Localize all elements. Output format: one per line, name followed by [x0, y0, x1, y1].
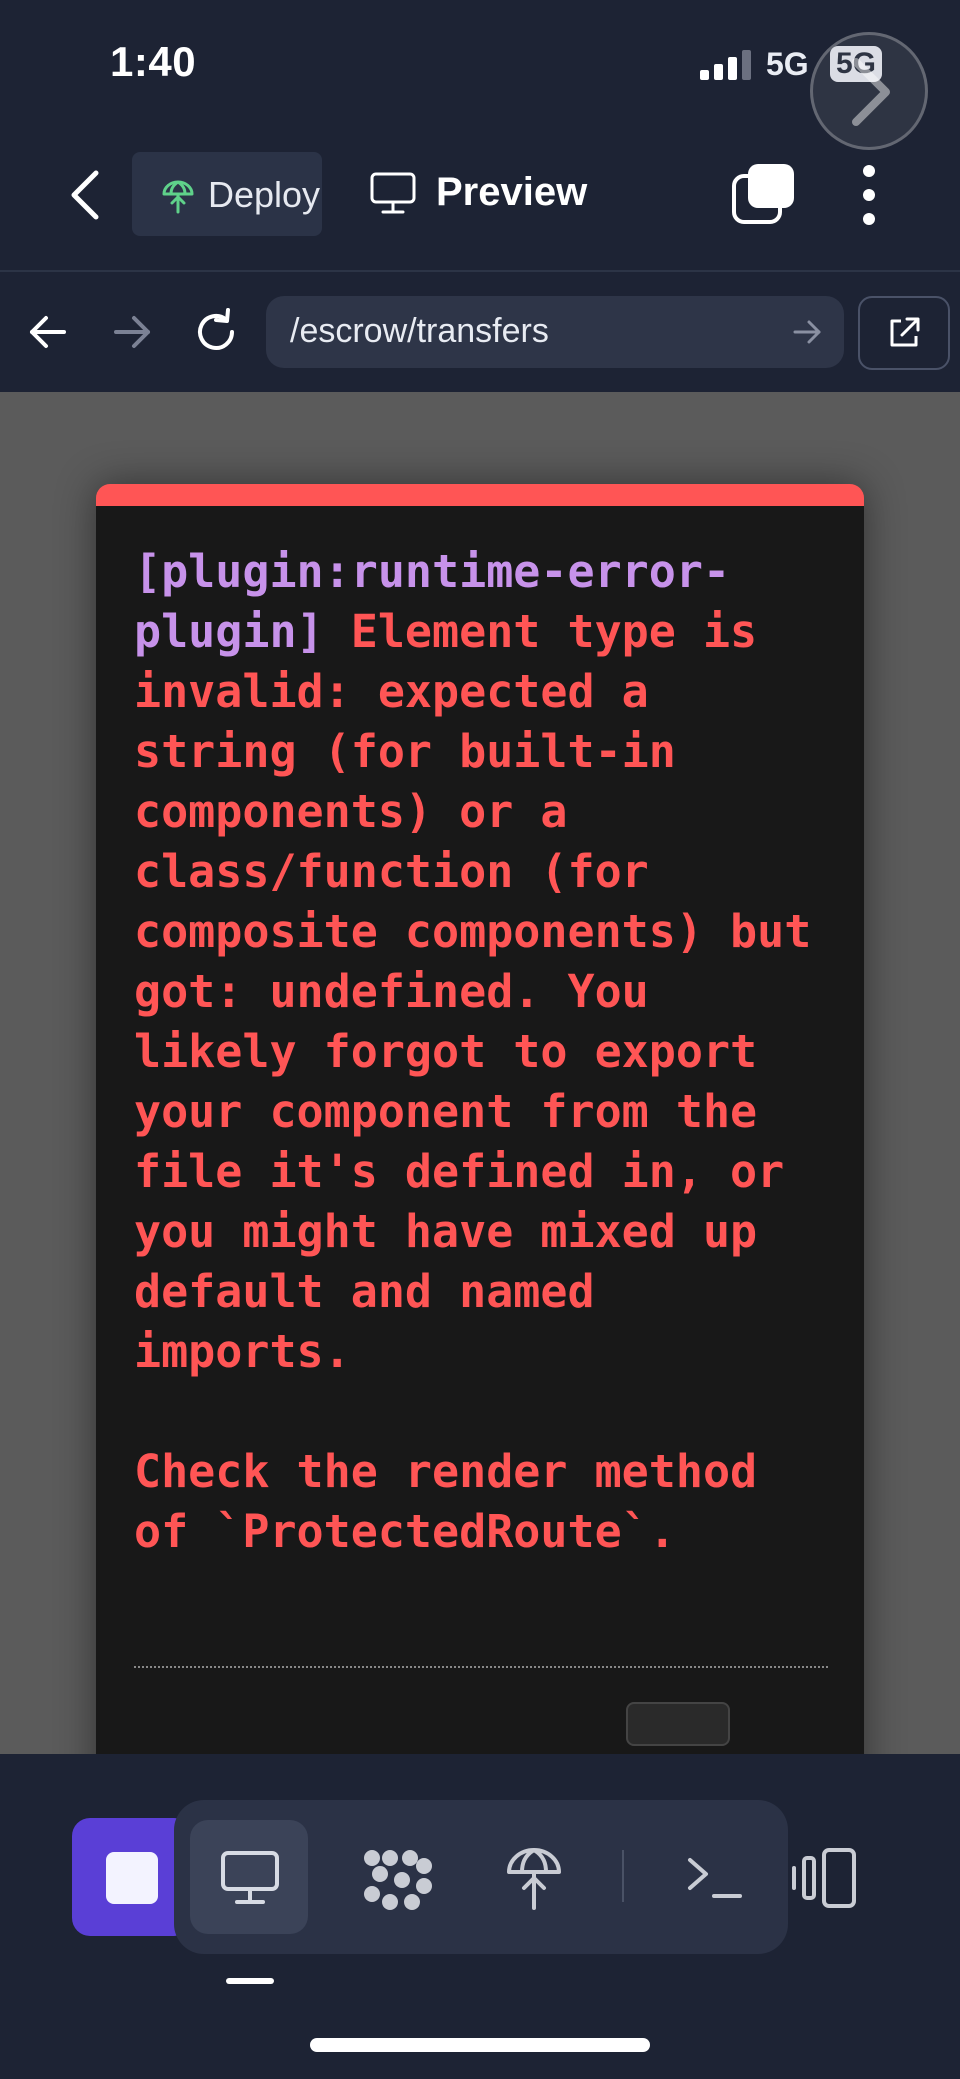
windows-icon — [732, 164, 794, 224]
error-message: [plugin:runtime-error-plugin] Element ty… — [134, 542, 834, 1562]
windows-button[interactable] — [730, 162, 798, 226]
url-field[interactable]: /escrow/transfers — [266, 296, 844, 368]
status-bar: 1:40 5G 5G — [0, 0, 960, 150]
go-arrow-icon[interactable] — [792, 318, 822, 346]
tool-preview-button[interactable] — [190, 1820, 308, 1934]
browser-back-button[interactable] — [28, 314, 68, 355]
arrow-right-icon — [114, 316, 150, 348]
error-text: Element type is invalid: expected a stri… — [134, 605, 812, 1558]
tab-deploy-label: Deploy — [208, 174, 321, 215]
back-button[interactable] — [60, 165, 110, 225]
devices-button[interactable] — [790, 1846, 860, 1910]
tab-preview-label: Preview — [436, 170, 588, 214]
error-separator — [134, 1666, 828, 1668]
deploy-globe-icon — [162, 180, 194, 214]
more-vertical-icon — [863, 165, 875, 225]
network-label: 5G — [766, 46, 809, 82]
deploy-globe-icon — [507, 1848, 561, 1910]
open-external-button[interactable] — [858, 296, 950, 370]
agent-icon — [364, 1850, 432, 1910]
active-tab-indicator — [226, 1978, 274, 1984]
preview-viewport[interactable]: [plugin:runtime-error-plugin] Element ty… — [0, 392, 960, 1754]
reload-button[interactable] — [192, 308, 240, 361]
status-time: 1:40 — [110, 38, 197, 85]
overlay-button-partial[interactable] — [626, 1702, 730, 1746]
more-options-button[interactable] — [854, 162, 884, 228]
tool-separator — [622, 1850, 624, 1902]
url-text: /escrow/transfers — [290, 312, 549, 350]
monitor-icon — [221, 1851, 279, 1904]
devices-icon — [792, 1848, 856, 1908]
monitor-icon — [370, 172, 416, 214]
arrow-left-icon — [30, 316, 66, 348]
tool-deploy-button[interactable] — [474, 1820, 592, 1934]
tab-deploy[interactable]: Deploy — [132, 152, 322, 236]
shell-icon — [688, 1858, 742, 1898]
tool-switcher — [174, 1800, 788, 1954]
browser-forward-button[interactable] — [112, 314, 152, 355]
error-overlay: [plugin:runtime-error-plugin] Element ty… — [96, 484, 864, 1754]
tool-shell-button[interactable] — [658, 1820, 776, 1934]
chevron-left-icon — [71, 170, 99, 220]
assistive-touch-button[interactable] — [810, 32, 928, 150]
stop-icon — [106, 1852, 158, 1904]
tab-preview[interactable]: Preview — [370, 160, 600, 230]
reload-icon — [198, 308, 234, 350]
home-indicator — [310, 2038, 650, 2052]
tool-agent-button[interactable] — [334, 1820, 452, 1934]
chevron-right-icon — [852, 58, 890, 126]
signal-icon — [700, 50, 751, 80]
external-link-icon — [890, 317, 920, 347]
